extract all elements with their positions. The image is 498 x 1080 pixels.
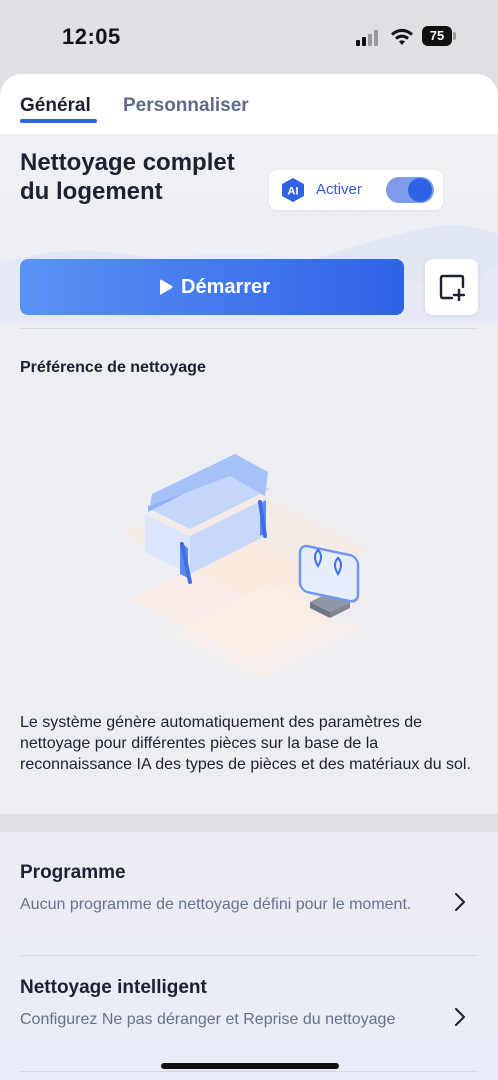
preference-description: Le système génère automatiquement des pa… [20,714,471,773]
home-indicator[interactable] [161,1063,339,1069]
settings-row-title: Nettoyage intelligent [20,977,207,998]
ai-badge-text: AI [288,186,299,198]
chevron-right-icon [455,1008,465,1026]
divider [20,955,478,956]
section-gap [0,814,498,832]
page-title: Nettoyage complet du logement [20,149,235,205]
settings-row-smart-cleaning[interactable]: Nettoyage intelligent Configurez Ne pas … [20,977,478,1030]
room-illustration [120,454,370,679]
status-bar: 12:05 75 [0,0,498,74]
start-button-label: Démarrer [181,276,270,298]
battery-level: 75 [429,28,445,43]
start-button[interactable]: Démarrer [20,259,404,315]
ai-toggle-switch[interactable] [386,177,434,203]
chevron-right-icon [455,893,465,911]
settings-row-subtitle: Aucun programme de nettoyage défini pour… [20,896,412,913]
settings-row-programme[interactable]: Programme Aucun programme de nettoyage d… [20,862,478,915]
battery-icon: 75 [422,26,456,46]
settings-row-title: Programme [20,862,126,883]
wifi-icon [391,28,413,45]
cellular-signal-icon [356,30,382,46]
play-icon [160,279,173,295]
tab-bar: Général Personnaliser [0,74,498,134]
toggle-knob [408,178,432,202]
tab-general[interactable]: Général [20,95,91,117]
ai-badge-icon: AI [282,178,304,202]
active-tab-indicator [20,119,97,123]
ai-toggle-card: AI Activer [269,170,443,210]
tab-personnaliser[interactable]: Personnaliser [123,95,249,117]
settings-row-subtitle: Configurez Ne pas déranger et Reprise du… [20,1011,396,1028]
add-task-button[interactable] [425,259,478,315]
ai-toggle-label: Activer [316,181,362,198]
bottom-sheet: Général Personnaliser Nettoyage complet … [0,74,498,1080]
divider [20,328,478,329]
add-square-icon [439,274,466,301]
divider [20,1071,478,1072]
cleaning-preference-label: Préférence de nettoyage [20,359,206,376]
status-time: 12:05 [62,24,121,49]
